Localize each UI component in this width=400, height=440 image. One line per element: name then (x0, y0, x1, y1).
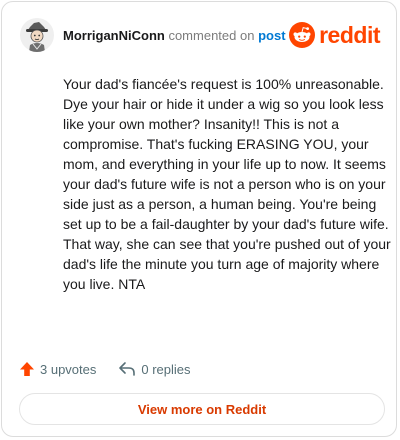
action-text: commented on (168, 28, 255, 43)
reddit-logo[interactable]: reddit (289, 21, 380, 49)
comment-meta: MorriganNiConn commented on post (63, 28, 286, 43)
comment-body: Your dad's fiancée's request is 100% unr… (63, 76, 391, 292)
avatar-image (20, 18, 54, 52)
comment-stats: 3 upvotes 0 replies (19, 358, 191, 380)
comment-header: MorriganNiConn commented on post reddit (20, 16, 380, 56)
upvote-count[interactable]: 3 upvotes (19, 361, 96, 377)
view-more-button[interactable]: View more on Reddit (19, 393, 385, 425)
username[interactable]: MorriganNiConn (63, 28, 165, 43)
reply-count[interactable]: 0 replies (118, 361, 191, 377)
comment-embed-card: MorriganNiConn commented on post reddit … (1, 1, 397, 437)
replies-label: 0 replies (141, 361, 191, 377)
reply-arrow-icon (119, 362, 136, 376)
reddit-snoo-icon (289, 22, 316, 48)
user-avatar[interactable] (20, 18, 54, 52)
upvotes-label: 3 upvotes (40, 361, 97, 377)
reddit-wordmark: reddit (319, 21, 380, 48)
upvote-arrow-icon (20, 362, 34, 376)
post-link[interactable]: post (258, 28, 285, 43)
